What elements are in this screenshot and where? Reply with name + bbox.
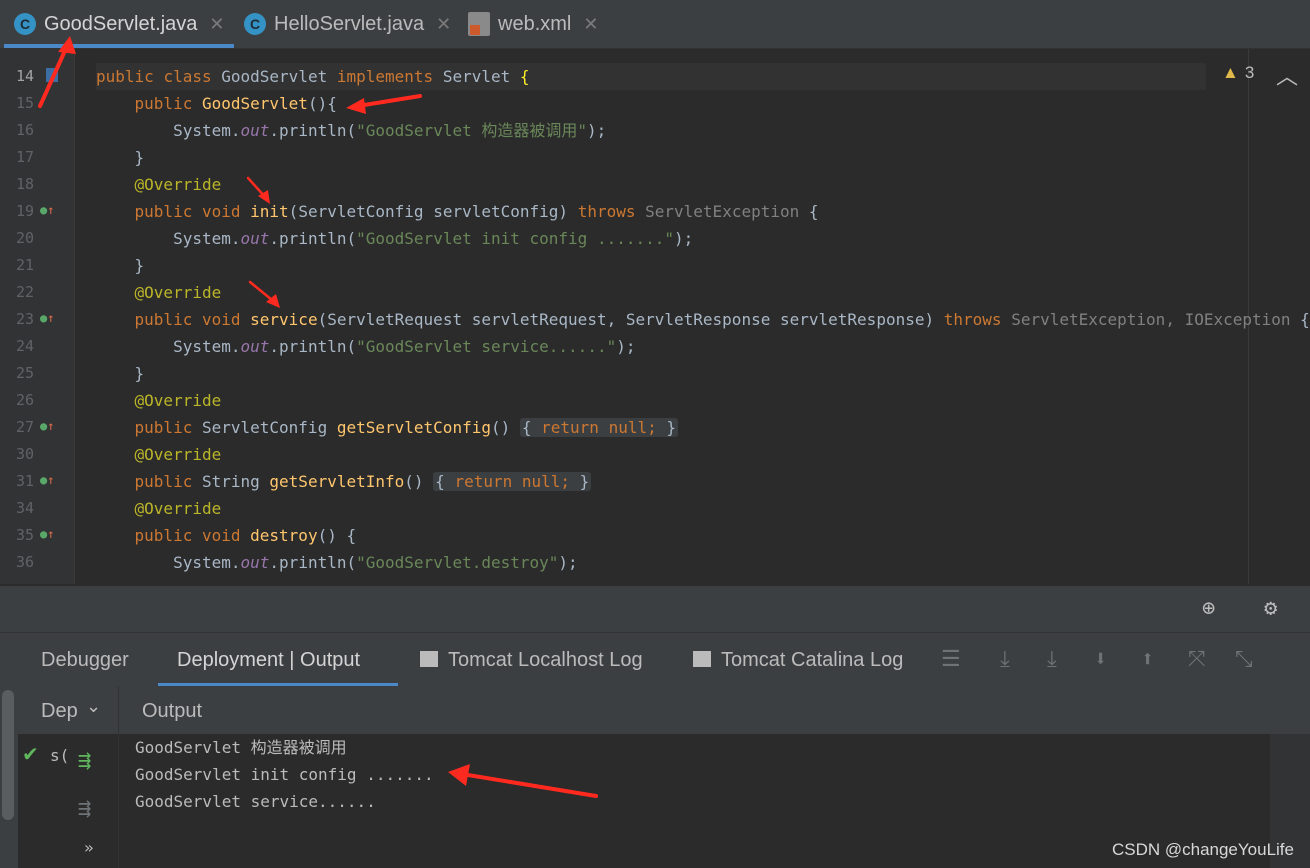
code-line-14: public class GoodServlet implements Serv… bbox=[96, 63, 1206, 90]
implementation-marker-icon[interactable] bbox=[46, 68, 58, 82]
step-out-icon[interactable]: ⬆ bbox=[1141, 647, 1154, 672]
warning-count: 3 bbox=[1244, 63, 1255, 82]
line-number: 31 bbox=[15, 472, 34, 490]
tool-window-tabs: Debugger Deployment | Output Tomcat Loca… bbox=[0, 632, 1310, 697]
step-over-icon[interactable]: ⤓ bbox=[1047, 647, 1057, 672]
deployment-header: Dep ⌄ bbox=[18, 686, 118, 734]
console-icon bbox=[420, 643, 438, 697]
deployment-item[interactable]: s( bbox=[50, 746, 69, 765]
line-number: 34 bbox=[15, 499, 34, 517]
tab-label: GoodServlet.java bbox=[44, 12, 198, 35]
override-marker-icon[interactable]: ●↑ bbox=[40, 527, 58, 545]
java-class-icon: C bbox=[244, 13, 266, 35]
active-tab-indicator bbox=[4, 44, 234, 48]
tool-window-header: ⊕ ⚙ bbox=[0, 585, 1310, 632]
code-line-24: System.out.println("GoodServlet service.… bbox=[173, 337, 636, 356]
step-into-icon[interactable]: ⬇ bbox=[1094, 647, 1107, 672]
override-marker-icon[interactable]: ●↑ bbox=[40, 203, 58, 221]
warning-indicator[interactable]: ▲ 3 bbox=[1222, 63, 1254, 83]
tab-tomcat-localhost-log[interactable]: Tomcat Localhost Log bbox=[420, 633, 643, 697]
tab-goodservlet[interactable]: C GoodServlet.java ✕ bbox=[14, 0, 225, 48]
code-line-19: public void init(ServletConfig servletCo… bbox=[134, 202, 819, 221]
editor-gutter: 14 15 16 17 18 19 20 21 22 23 24 25 26 2… bbox=[0, 49, 75, 584]
code-line-20: System.out.println("GoodServlet init con… bbox=[173, 229, 694, 248]
line-number: 19 bbox=[15, 202, 34, 220]
line-number: 18 bbox=[15, 175, 34, 193]
undeploy-icon[interactable]: ⇶ bbox=[78, 796, 91, 821]
crosshair-icon[interactable]: ⊕ bbox=[1202, 596, 1215, 621]
output-line: GoodServlet 构造器被调用 bbox=[135, 738, 347, 757]
code-line-25: } bbox=[96, 364, 145, 383]
code-line-15: public GoodServlet(){ bbox=[134, 94, 337, 113]
chevron-down-icon[interactable]: ⌄ bbox=[86, 696, 101, 717]
deploy-icon[interactable]: ⇶ bbox=[78, 748, 91, 773]
line-number: 17 bbox=[15, 148, 34, 166]
run-to-cursor-icon[interactable]: ⤡ bbox=[1235, 647, 1253, 672]
tab-deployment-output[interactable]: Deployment | Output bbox=[177, 633, 360, 687]
code-line-18: @Override bbox=[134, 175, 222, 194]
scrollbar-thumb[interactable] bbox=[2, 690, 14, 820]
tab-debugger[interactable]: Debugger bbox=[41, 633, 129, 687]
chevron-up-icon[interactable]: ︿ bbox=[1276, 59, 1298, 91]
code-line-26: @Override bbox=[134, 391, 222, 410]
line-number: 35 bbox=[15, 526, 34, 544]
line-number: 25 bbox=[15, 364, 34, 382]
gear-icon[interactable]: ⚙ bbox=[1264, 596, 1277, 621]
code-line-31: public String getServletInfo() { return … bbox=[134, 472, 592, 491]
console-icon bbox=[693, 643, 711, 697]
code-line-16: System.out.println("GoodServlet 构造器被调用")… bbox=[173, 121, 607, 140]
override-marker-icon[interactable]: ●↑ bbox=[40, 473, 58, 491]
code-line-27: public ServletConfig getServletConfig() … bbox=[134, 418, 679, 437]
line-number: 24 bbox=[15, 337, 34, 355]
line-number: 30 bbox=[15, 445, 34, 463]
override-marker-icon[interactable]: ●↑ bbox=[40, 419, 58, 437]
line-number: 26 bbox=[15, 391, 34, 409]
more-icon[interactable]: » bbox=[84, 838, 94, 857]
show-execution-point-icon[interactable]: ⤓ bbox=[1000, 647, 1010, 672]
code-line-21: } bbox=[96, 256, 145, 275]
xml-file-icon bbox=[468, 12, 490, 36]
line-number: 15 bbox=[15, 94, 34, 112]
tab-helloservlet[interactable]: C HelloServlet.java ✕ bbox=[244, 0, 451, 48]
code-line-34: @Override bbox=[134, 499, 222, 518]
drop-frame-icon[interactable]: ⤧ bbox=[1188, 647, 1206, 672]
override-marker-icon[interactable]: ●↑ bbox=[40, 311, 58, 329]
line-number: 23 bbox=[15, 310, 34, 328]
tab-label: HelloServlet.java bbox=[274, 12, 425, 35]
code-editor[interactable]: 14 15 16 17 18 19 20 21 22 23 24 25 26 2… bbox=[0, 49, 1310, 584]
line-number: 36 bbox=[15, 553, 34, 571]
code-line-22: @Override bbox=[134, 283, 222, 302]
line-number: 20 bbox=[15, 229, 34, 247]
code-line-35: public void destroy() { bbox=[134, 526, 357, 545]
code-line-17: } bbox=[96, 148, 145, 167]
line-number: 22 bbox=[15, 283, 34, 301]
close-icon[interactable]: ✕ bbox=[583, 14, 598, 35]
output-header: Output bbox=[118, 686, 1310, 734]
code-line-23: public void service(ServletRequest servl… bbox=[134, 310, 1310, 329]
editor-tab-bar: C GoodServlet.java ✕ C HelloServlet.java… bbox=[0, 0, 1310, 49]
tab-label: web.xml bbox=[498, 12, 572, 35]
left-scrollbar[interactable] bbox=[0, 686, 18, 868]
line-number: 27 bbox=[15, 418, 34, 436]
line-number: 14 bbox=[15, 67, 34, 85]
output-title: Output bbox=[142, 700, 203, 722]
close-icon[interactable]: ✕ bbox=[209, 14, 224, 35]
code-line-36: System.out.println("GoodServlet.destroy"… bbox=[173, 553, 578, 572]
line-number: 16 bbox=[15, 121, 34, 139]
code-line-30: @Override bbox=[134, 445, 222, 464]
tab-tomcat-catalina-log[interactable]: Tomcat Catalina Log bbox=[693, 633, 903, 697]
output-console[interactable]: GoodServlet 构造器被调用 GoodServlet init conf… bbox=[118, 734, 1271, 868]
java-class-icon: C bbox=[14, 13, 36, 35]
deployment-list: ✔ s( ⇶ ⇶ » bbox=[18, 734, 118, 868]
output-line: GoodServlet service...... bbox=[135, 792, 376, 811]
tab-web-xml[interactable]: web.xml ✕ bbox=[468, 0, 598, 48]
menu-icon[interactable]: ☰ bbox=[941, 647, 961, 672]
line-number: 21 bbox=[15, 256, 34, 274]
check-icon: ✔ bbox=[22, 742, 39, 766]
watermark: CSDN @changeYouLife bbox=[1111, 840, 1294, 859]
close-icon[interactable]: ✕ bbox=[436, 14, 451, 35]
output-line: GoodServlet init config ....... bbox=[135, 765, 434, 784]
deployment-title: Dep bbox=[41, 700, 78, 722]
warning-icon: ▲ bbox=[1222, 63, 1239, 82]
